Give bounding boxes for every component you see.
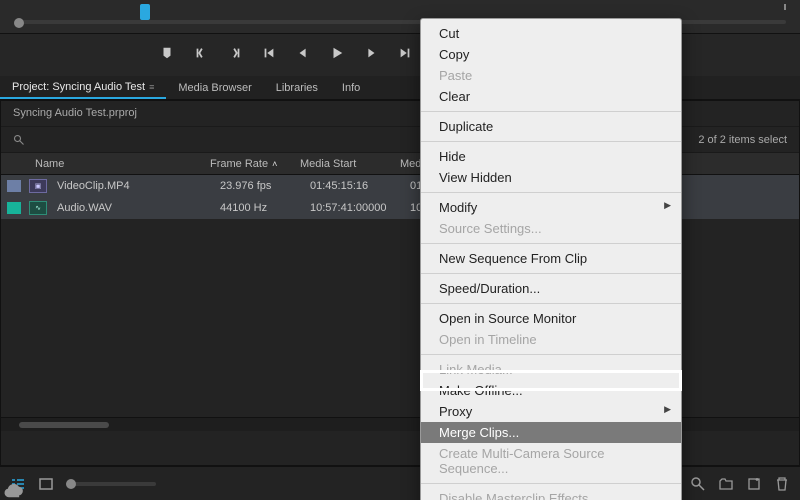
menu-create-multicam: Create Multi-Camera Source Sequence... [421, 443, 681, 479]
menu-merge-clips[interactable]: Merge Clips... [421, 422, 681, 443]
items-selected-status: 2 of 2 items select [698, 134, 787, 146]
app-root: Project: Syncing Audio Test ≡ Media Brows… [0, 0, 800, 500]
item-name: Audio.WAV [57, 202, 220, 214]
tab-project[interactable]: Project: Syncing Audio Test ≡ [0, 77, 166, 99]
menu-duplicate[interactable]: Duplicate [421, 116, 681, 137]
menu-open-in-timeline: Open in Timeline [421, 329, 681, 350]
col-media-start[interactable]: Media Start [300, 158, 400, 170]
new-bin-icon[interactable] [718, 477, 734, 491]
menu-open-source-monitor[interactable]: Open in Source Monitor [421, 308, 681, 329]
tab-project-label: Project: Syncing Audio Test [12, 81, 145, 93]
tab-info-label: Info [342, 82, 360, 94]
new-item-icon[interactable] [746, 477, 762, 491]
menu-cut[interactable]: Cut [421, 23, 681, 44]
menu-view-hidden[interactable]: View Hidden [421, 167, 681, 188]
item-frame-rate: 23.976 fps [220, 180, 310, 192]
find-icon[interactable] [690, 477, 706, 491]
tab-libraries-label: Libraries [276, 82, 318, 94]
playhead-start-dot[interactable] [14, 18, 24, 28]
menu-disable-masterclip: Disable Masterclip Effects [421, 488, 681, 500]
label-chip[interactable] [7, 180, 21, 192]
video-clip-icon: ▣ [29, 179, 47, 193]
icon-view-icon[interactable] [38, 477, 54, 491]
tab-info[interactable]: Info [330, 78, 372, 98]
sort-asc-icon: ˄ [272, 159, 277, 169]
trash-icon[interactable] [774, 477, 790, 491]
menu-paste: Paste [421, 65, 681, 86]
menu-new-sequence-from-clip[interactable]: New Sequence From Clip [421, 248, 681, 269]
menu-speed-duration[interactable]: Speed/Duration... [421, 278, 681, 299]
menu-link-media: Link Media... [421, 359, 681, 380]
zoom-slider[interactable] [66, 482, 156, 486]
zoom-handle[interactable] [66, 479, 76, 489]
item-frame-rate: 44100 Hz [220, 202, 310, 214]
go-to-out-icon[interactable] [398, 46, 412, 60]
tab-media-browser[interactable]: Media Browser [166, 78, 263, 98]
item-name: VideoClip.MP4 [57, 180, 220, 192]
item-media-start: 10:57:41:00000 [310, 202, 410, 214]
menu-clear[interactable]: Clear [421, 86, 681, 107]
playhead-marker[interactable] [140, 4, 150, 20]
col-name[interactable]: Name [35, 158, 210, 170]
creative-cloud-icon[interactable] [2, 480, 24, 500]
search-icon[interactable] [13, 134, 25, 146]
item-media-start: 01:45:15:16 [310, 180, 410, 192]
menu-source-settings: Source Settings... [421, 218, 681, 239]
step-back-icon[interactable] [296, 46, 310, 60]
playback-toolbar [160, 38, 420, 68]
menu-copy[interactable]: Copy [421, 44, 681, 65]
timeline-end-tick [784, 4, 786, 10]
mark-out-icon[interactable] [228, 46, 242, 60]
context-menu: Cut Copy Paste Clear Duplicate Hide View… [420, 18, 682, 500]
tab-libraries[interactable]: Libraries [264, 78, 330, 98]
play-icon[interactable] [330, 46, 344, 60]
label-chip[interactable] [7, 202, 21, 214]
panel-menu-icon[interactable]: ≡ [149, 82, 154, 92]
menu-hide[interactable]: Hide [421, 146, 681, 167]
scroll-thumb[interactable] [19, 422, 109, 428]
step-forward-icon[interactable] [364, 46, 378, 60]
menu-make-offline[interactable]: Make Offline... [421, 380, 681, 401]
tab-media-browser-label: Media Browser [178, 82, 251, 94]
add-marker-icon[interactable] [160, 46, 174, 60]
mark-in-icon[interactable] [194, 46, 208, 60]
go-to-in-icon[interactable] [262, 46, 276, 60]
col-frame-rate[interactable]: Frame Rate˄ [210, 158, 300, 170]
menu-proxy[interactable]: Proxy [421, 401, 681, 422]
audio-clip-icon: ∿ [29, 201, 47, 215]
menu-modify[interactable]: Modify [421, 197, 681, 218]
